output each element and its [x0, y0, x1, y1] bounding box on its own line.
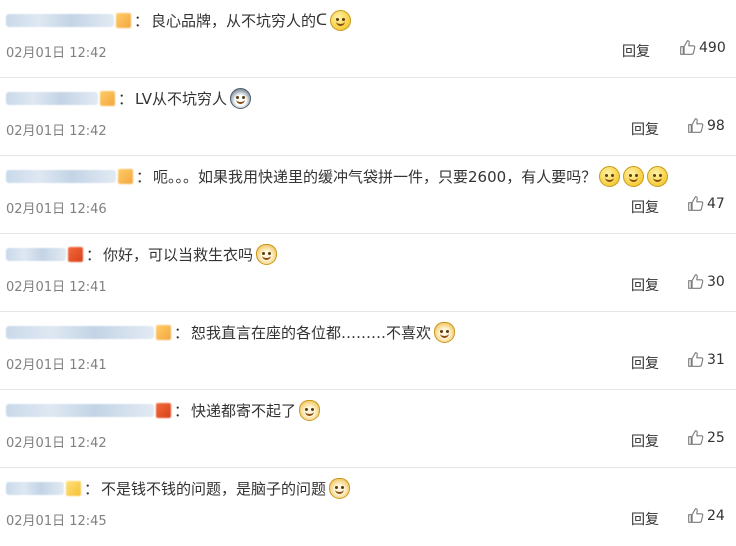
like-count: 25 [707, 429, 725, 446]
colon: ： [86, 245, 102, 264]
doge-emoji-icon [299, 399, 321, 421]
thumbs-up-icon [680, 40, 696, 55]
comment-time: 02月01日 12:42 [6, 46, 107, 61]
thumbs-up-icon [688, 274, 704, 289]
reply-button[interactable]: 回复 [631, 119, 659, 139]
smile-emoji-icon [623, 165, 645, 187]
comment-text: 良心品牌，从不坑穷人的 [151, 11, 317, 30]
comment-time: 02月01日 12:46 [6, 202, 107, 217]
colon: ： [84, 479, 100, 498]
comment-time: 02月01日 12:42 [6, 436, 107, 451]
colon: ： [134, 11, 150, 30]
comment-item: ： 良心品牌，从不坑穷人的 ᑕ 02月01日 12:42 回复 490 [0, 0, 736, 78]
username-blurred[interactable] [6, 91, 98, 105]
thumbs-up-icon [688, 352, 704, 367]
like-button[interactable]: 24 [687, 507, 725, 524]
like-count: 31 [707, 351, 725, 368]
colon: ： [174, 323, 190, 342]
thumbs-up-icon [688, 430, 704, 445]
colon: ： [174, 401, 190, 420]
user-badge-icon [68, 246, 83, 262]
thumbs-up-icon [688, 508, 704, 523]
reply-button[interactable]: 回复 [622, 41, 650, 61]
like-button[interactable]: 25 [687, 429, 725, 446]
comment-item: ： 你好，可以当救生衣吗 02月01日 12:41 回复 30 [0, 234, 736, 312]
like-count: 24 [707, 507, 725, 524]
username-blurred[interactable] [6, 13, 114, 27]
smile-emoji-icon [599, 165, 621, 187]
comment-text: LV从不坑穷人 [135, 89, 227, 108]
like-button[interactable]: 31 [687, 351, 725, 368]
comment-text: 恕我直言在座的各位都………不喜欢 [191, 323, 432, 342]
user-badge-icon [118, 168, 133, 184]
comment-time: 02月01日 12:41 [6, 280, 107, 295]
user-badge-icon [116, 12, 131, 28]
username-blurred[interactable] [6, 403, 154, 417]
like-count: 47 [707, 195, 725, 212]
doge-emoji-icon [434, 321, 456, 343]
comment-time: 02月01日 12:41 [6, 358, 107, 373]
thumbs-up-icon [688, 118, 704, 133]
comment-item: ： LV从不坑穷人 02月01日 12:42 回复 98 [0, 78, 736, 156]
husky-emoji-icon [230, 87, 251, 109]
comment-trail: ᑕ [316, 11, 327, 29]
reply-button[interactable]: 回复 [631, 431, 659, 451]
colon: ： [118, 89, 134, 108]
user-badge-icon [66, 480, 81, 496]
comment-text: 你好，可以当救生衣吗 [103, 245, 254, 264]
laugh-emoji-icon [329, 9, 351, 31]
comment-text: 快递都寄不起了 [191, 401, 297, 420]
comment-item: ： 呃。。。如果我用快递里的缓冲气袋拼一件，只要2600，有人要吗？ 02月01… [0, 156, 736, 234]
comment-text: 不是钱不钱的问题，是脑子的问题 [101, 479, 327, 498]
comment-line: ： 呃。。。如果我用快递里的缓冲气袋拼一件，只要2600，有人要吗？ [6, 164, 669, 188]
like-count: 490 [699, 39, 726, 56]
comment-list: ： 良心品牌，从不坑穷人的 ᑕ 02月01日 12:42 回复 490 ： LV… [0, 0, 736, 546]
comment-item: ： 恕我直言在座的各位都………不喜欢 02月01日 12:41 回复 31 [0, 312, 736, 390]
reply-button[interactable]: 回复 [631, 275, 659, 295]
comment-line: ： 良心品牌，从不坑穷人的 ᑕ [6, 8, 351, 32]
comment-text: 呃。。。如果我用快递里的缓冲气袋拼一件，只要2600，有人要吗？ [153, 167, 597, 186]
reply-button[interactable]: 回复 [631, 197, 659, 217]
comment-time: 02月01日 12:42 [6, 124, 107, 139]
comment-line: ： 你好，可以当救生衣吗 [6, 242, 278, 266]
comment-line: ： 恕我直言在座的各位都………不喜欢 [6, 320, 456, 344]
username-blurred[interactable] [6, 325, 154, 339]
like-button[interactable]: 98 [687, 117, 725, 134]
smile-emoji-icon [647, 165, 669, 187]
comment-line: ： 快递都寄不起了 [6, 398, 321, 422]
like-button[interactable]: 47 [687, 195, 725, 212]
comment-item: ： 不是钱不钱的问题，是脑子的问题 02月01日 12:45 回复 24 [0, 468, 736, 546]
comment-line: ： LV从不坑穷人 [6, 86, 251, 110]
user-badge-icon [100, 90, 115, 106]
doge-emoji-icon [256, 243, 278, 265]
username-blurred[interactable] [6, 247, 66, 261]
doge-emoji-icon [329, 477, 351, 499]
reply-button[interactable]: 回复 [631, 509, 659, 529]
comment-line: ： 不是钱不钱的问题，是脑子的问题 [6, 476, 351, 500]
like-button[interactable]: 30 [687, 273, 725, 290]
reply-button[interactable]: 回复 [631, 353, 659, 373]
user-badge-icon [156, 402, 171, 418]
like-button[interactable]: 490 [679, 39, 726, 56]
like-count: 98 [707, 117, 725, 134]
comment-item: ： 快递都寄不起了 02月01日 12:42 回复 25 [0, 390, 736, 468]
username-blurred[interactable] [6, 481, 64, 495]
colon: ： [136, 167, 152, 186]
user-badge-icon [156, 324, 171, 340]
comment-time: 02月01日 12:45 [6, 514, 107, 529]
like-count: 30 [707, 273, 725, 290]
username-blurred[interactable] [6, 169, 116, 183]
thumbs-up-icon [688, 196, 704, 211]
